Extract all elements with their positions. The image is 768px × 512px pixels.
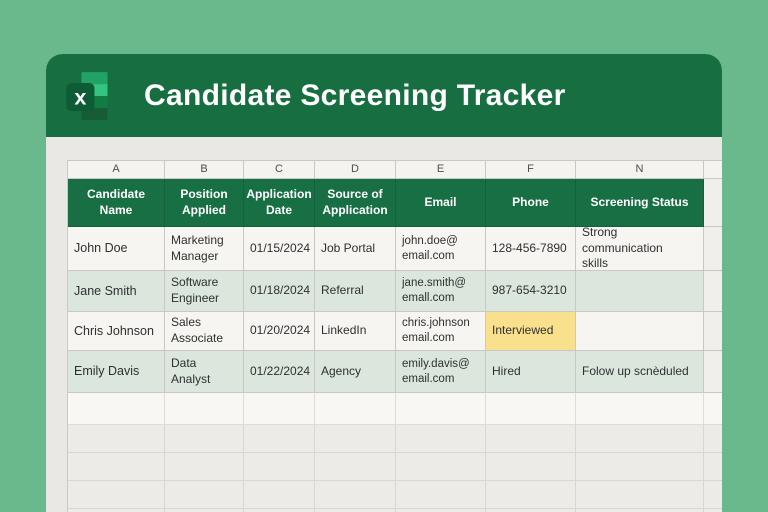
empty-cell[interactable] <box>396 481 486 509</box>
cell-source[interactable]: Agency <box>315 351 396 393</box>
cell-source[interactable]: Referral <box>315 271 396 312</box>
header-application-date[interactable]: Application Date <box>244 179 315 227</box>
empty-cell[interactable] <box>244 481 315 509</box>
empty-cell[interactable] <box>704 425 722 453</box>
header-partial[interactable] <box>704 179 722 227</box>
empty-cell[interactable] <box>486 481 576 509</box>
cell-email[interactable]: john.doe@ email.com <box>396 227 486 271</box>
empty-cell[interactable] <box>576 425 704 453</box>
table-row-jane-smith: Jane Smith Software Engineer 01/18/2024 … <box>68 271 722 312</box>
empty-row <box>68 453 722 481</box>
table-row-john-doe: John Doe Marketing Manager 01/15/2024 Jo… <box>68 227 722 271</box>
cell-date[interactable]: 01/22/2024 <box>244 351 315 393</box>
empty-cell[interactable] <box>486 453 576 481</box>
cell-email[interactable]: emily.davis@ email.com <box>396 351 486 393</box>
empty-row <box>68 425 722 453</box>
empty-cell[interactable] <box>68 481 165 509</box>
empty-cell[interactable] <box>244 425 315 453</box>
cell-position[interactable]: Marketing Manager <box>165 227 244 271</box>
empty-cell[interactable] <box>68 393 165 425</box>
cell-partial[interactable] <box>704 351 722 393</box>
cell-position[interactable]: Sales Associate <box>165 312 244 351</box>
cell-name[interactable]: Emily Davis <box>68 351 165 393</box>
cell-status[interactable]: Strong communication skills <box>576 227 704 271</box>
empty-cell[interactable] <box>704 453 722 481</box>
empty-cell[interactable] <box>486 425 576 453</box>
cell-email[interactable]: jane.smith@ emall.com <box>396 271 486 312</box>
cell-name[interactable]: Jane Smith <box>68 271 165 312</box>
empty-cell[interactable] <box>576 453 704 481</box>
header-email[interactable]: Email <box>396 179 486 227</box>
header-phone[interactable]: Phone <box>486 179 576 227</box>
header-screening-status[interactable]: Screening Status <box>576 179 704 227</box>
cell-partial[interactable] <box>704 271 722 312</box>
empty-cell[interactable] <box>576 481 704 509</box>
empty-cell[interactable] <box>315 393 396 425</box>
cell-name[interactable]: John Doe <box>68 227 165 271</box>
cell-status[interactable] <box>576 271 704 312</box>
cell-phone[interactable]: 128-456-7890 <box>486 227 576 271</box>
page-title: Candidate Screening Tracker <box>144 79 566 113</box>
empty-cell[interactable] <box>315 481 396 509</box>
column-letter-partial[interactable] <box>704 161 722 179</box>
empty-cell[interactable] <box>315 425 396 453</box>
excel-icon: x <box>62 70 114 122</box>
cell-position[interactable]: Software Engineer <box>165 271 244 312</box>
header-position-applied[interactable]: Position Applied <box>165 179 244 227</box>
spreadsheet-grid: A B C D E F N Candidate Name Position Ap… <box>67 160 722 512</box>
spreadsheet-card: x Candidate Screening Tracker A B C D E … <box>46 54 722 512</box>
cell-date[interactable]: 01/20/2024 <box>244 312 315 351</box>
empty-row <box>68 393 722 425</box>
cell-phone-highlighted[interactable]: Interviewed <box>486 312 576 351</box>
cell-source[interactable]: Job Portal <box>315 227 396 271</box>
empty-cell[interactable] <box>165 453 244 481</box>
empty-cell[interactable] <box>244 393 315 425</box>
column-letter-f[interactable]: F <box>486 161 576 179</box>
empty-cell[interactable] <box>244 453 315 481</box>
cell-email[interactable]: chris.johnson email.com <box>396 312 486 351</box>
table-header-row: Candidate Name Position Applied Applicat… <box>68 179 722 227</box>
cell-position[interactable]: Data Analyst <box>165 351 244 393</box>
column-letter-n[interactable]: N <box>576 161 704 179</box>
cell-date[interactable]: 01/15/2024 <box>244 227 315 271</box>
header-source-of-application[interactable]: Source of Application <box>315 179 396 227</box>
cell-status[interactable]: Folow up scnèduled <box>576 351 704 393</box>
cell-phone[interactable]: 987-654-3210 <box>486 271 576 312</box>
cell-date[interactable]: 01/18/2024 <box>244 271 315 312</box>
empty-cell[interactable] <box>68 453 165 481</box>
empty-cell[interactable] <box>315 453 396 481</box>
cell-partial[interactable] <box>704 312 722 351</box>
header-candidate-name[interactable]: Candidate Name <box>68 179 165 227</box>
svg-text:x: x <box>74 84 86 109</box>
empty-cell[interactable] <box>165 393 244 425</box>
cell-source[interactable]: LinkedIn <box>315 312 396 351</box>
column-letter-e[interactable]: E <box>396 161 486 179</box>
empty-cell[interactable] <box>165 481 244 509</box>
empty-cell[interactable] <box>68 425 165 453</box>
column-letter-d[interactable]: D <box>315 161 396 179</box>
cell-partial[interactable] <box>704 227 722 271</box>
table-row-chris-johnson: Chris Johnson Sales Associate 01/20/2024… <box>68 312 722 351</box>
cell-name[interactable]: Chris Johnson <box>68 312 165 351</box>
cell-phone[interactable]: Hired <box>486 351 576 393</box>
title-bar: x Candidate Screening Tracker <box>46 54 722 137</box>
column-letter-a[interactable]: A <box>68 161 165 179</box>
column-letters-row: A B C D E F N <box>68 161 722 179</box>
column-letter-c[interactable]: C <box>244 161 315 179</box>
table-row-emily-davis: Emily Davis Data Analyst 01/22/2024 Agen… <box>68 351 722 393</box>
empty-cell[interactable] <box>486 393 576 425</box>
empty-cell[interactable] <box>704 481 722 509</box>
empty-row <box>68 481 722 509</box>
empty-cell[interactable] <box>396 453 486 481</box>
empty-cell[interactable] <box>576 393 704 425</box>
empty-cell[interactable] <box>396 393 486 425</box>
column-letter-b[interactable]: B <box>165 161 244 179</box>
empty-cell[interactable] <box>396 425 486 453</box>
cell-status[interactable] <box>576 312 704 351</box>
empty-cell[interactable] <box>704 393 722 425</box>
empty-cell[interactable] <box>165 425 244 453</box>
